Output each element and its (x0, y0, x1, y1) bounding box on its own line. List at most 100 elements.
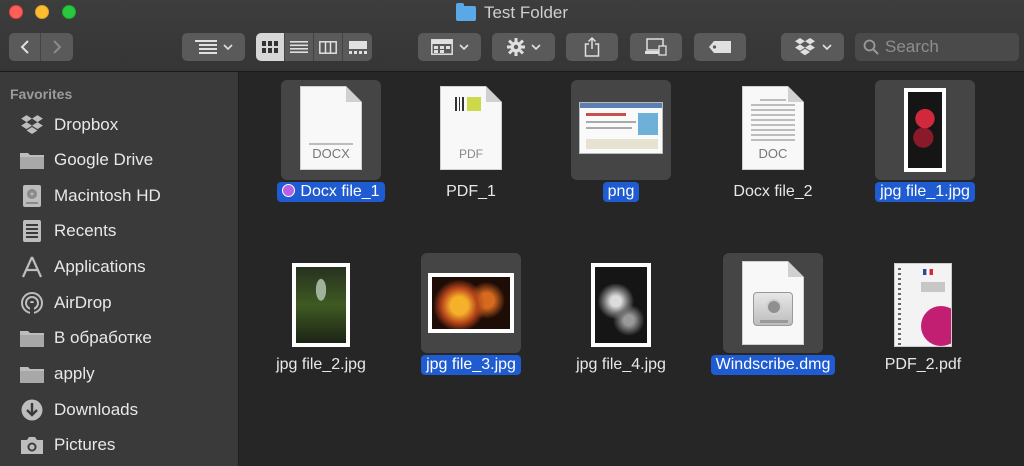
dropbox-button[interactable] (781, 33, 844, 61)
chevron-left-icon (20, 40, 29, 54)
group-icon (430, 39, 453, 55)
file-thumbnail (271, 253, 371, 353)
camera-icon (18, 432, 46, 458)
sidebar-item-label: AirDrop (54, 293, 112, 312)
window-title: Test Folder (0, 2, 1024, 23)
folder-icon (18, 325, 46, 351)
file-item-jpg-file-1[interactable]: jpg file_1.jpg (860, 74, 990, 224)
window-title-text: Test Folder (483, 3, 569, 22)
arrange-button[interactable] (182, 33, 245, 61)
sidebar-item-applications[interactable]: Applications (18, 252, 233, 282)
file-thumbnail: DOC (723, 80, 823, 180)
sidebar-item-google-drive[interactable]: Google Drive (18, 145, 233, 175)
sidebar: Favorites Dropbox Google Drive Macintosh… (0, 72, 239, 466)
sidebar-item-label: Macintosh HD (54, 186, 161, 205)
search-field[interactable] (855, 33, 1019, 61)
icon-view-button[interactable] (256, 33, 285, 61)
gallery-icon (348, 40, 367, 54)
photo-preview (591, 263, 651, 347)
sidebar-item-apply[interactable]: apply (18, 359, 233, 389)
sidebar-item-label: В обработке (54, 328, 152, 347)
file-thumbnail (571, 80, 671, 180)
back-button[interactable] (9, 33, 41, 61)
columns-icon (319, 40, 337, 54)
file-label: jpg file_3.jpg (406, 355, 536, 375)
window-toolbar: Test Folder (0, 0, 1024, 72)
file-label: jpg file_4.jpg (556, 355, 686, 375)
chevron-down-icon (530, 44, 541, 50)
file-item-pdf-2[interactable]: PDF_2.pdf (858, 247, 988, 397)
file-name: jpg file_2.jpg (276, 356, 366, 373)
share-button[interactable] (566, 33, 618, 61)
file-name: PDF_1 (446, 183, 496, 200)
file-name: Windscribe.dmg (710, 355, 836, 375)
group-button[interactable] (418, 33, 481, 61)
view-mode-control (256, 33, 372, 61)
gallery-view-button[interactable] (343, 33, 372, 61)
file-thumbnail: DOCX (281, 80, 381, 180)
file-item-jpg-file-4[interactable]: jpg file_4.jpg (556, 247, 686, 397)
airdrop-icon (18, 290, 46, 316)
file-label: Docx file_2 (708, 182, 838, 202)
file-name: jpg file_4.jpg (576, 356, 666, 373)
file-name: Docx file_1 (300, 183, 380, 200)
file-item-jpg-file-3[interactable]: jpg file_3.jpg (406, 247, 536, 397)
forward-button[interactable] (41, 33, 73, 61)
nav-buttons (9, 33, 73, 61)
sidebar-item-pictures[interactable]: Pictures (18, 430, 233, 460)
disk-image-icon (753, 292, 793, 326)
pdf-cover-preview (894, 263, 952, 347)
file-name: png (602, 182, 640, 202)
file-thumbnail (873, 253, 973, 353)
file-ext-label: PDF (459, 147, 483, 161)
grid-icon (262, 41, 278, 53)
file-item-docx-file-2[interactable]: DOC Docx file_2 (708, 74, 838, 224)
file-thumbnail (571, 253, 671, 353)
sidebar-item-label: Dropbox (54, 115, 119, 134)
sidebar-item-label: Google Drive (54, 150, 154, 169)
file-name: jpg file_3.jpg (421, 355, 521, 375)
hard-drive-icon (18, 183, 46, 209)
folder-icon (18, 361, 46, 387)
applications-icon (18, 254, 46, 280)
file-ext-label: DOC (758, 146, 788, 161)
document-icon: DOCX (300, 86, 362, 170)
folder-icon (455, 2, 476, 21)
file-item-pdf-1[interactable]: PDF PDF_1 (406, 74, 536, 224)
file-name: jpg file_1.jpg (875, 182, 975, 202)
search-input[interactable] (885, 37, 1015, 57)
sidebar-item-airdrop[interactable]: AirDrop (18, 288, 233, 318)
sidebar-heading: Favorites (10, 86, 73, 102)
file-thumbnail: PDF (421, 80, 521, 180)
file-item-windscribe-dmg[interactable]: Windscribe.dmg (708, 247, 838, 397)
tag-icon (709, 41, 731, 53)
connect-button[interactable] (630, 33, 682, 61)
sidebar-item-dropbox[interactable]: Dropbox (18, 110, 233, 140)
downloads-icon (18, 397, 46, 423)
document-icon (742, 261, 804, 345)
tag-button[interactable] (694, 33, 746, 61)
file-label: PDF_1 (406, 182, 536, 202)
action-button[interactable] (492, 33, 555, 61)
file-item-png[interactable]: png (556, 74, 686, 224)
list-view-button[interactable] (285, 33, 314, 61)
file-item-jpg-file-2[interactable]: jpg file_2.jpg (256, 247, 386, 397)
document-icon: PDF (440, 86, 502, 170)
sidebar-item-v-obrabotke[interactable]: В обработке (18, 323, 233, 353)
chevron-down-icon (222, 44, 233, 50)
file-label: Windscribe.dmg (708, 355, 838, 375)
sidebar-item-label: Recents (54, 221, 117, 240)
gear-icon (506, 38, 525, 56)
photo-preview (904, 88, 946, 172)
share-icon (584, 37, 600, 57)
list-arrange-icon (194, 40, 217, 54)
file-label: jpg file_2.jpg (256, 355, 386, 375)
sidebar-item-recents[interactable]: Recents (18, 216, 233, 246)
search-icon (863, 39, 879, 55)
file-item-docx-file-1[interactable]: DOCX Docx file_1 (266, 74, 396, 224)
sidebar-item-macintosh-hd[interactable]: Macintosh HD (18, 181, 233, 211)
column-view-button[interactable] (314, 33, 343, 61)
sidebar-item-downloads[interactable]: Downloads (18, 395, 233, 425)
sidebar-item-label: Pictures (54, 435, 116, 454)
file-thumbnail (875, 80, 975, 180)
